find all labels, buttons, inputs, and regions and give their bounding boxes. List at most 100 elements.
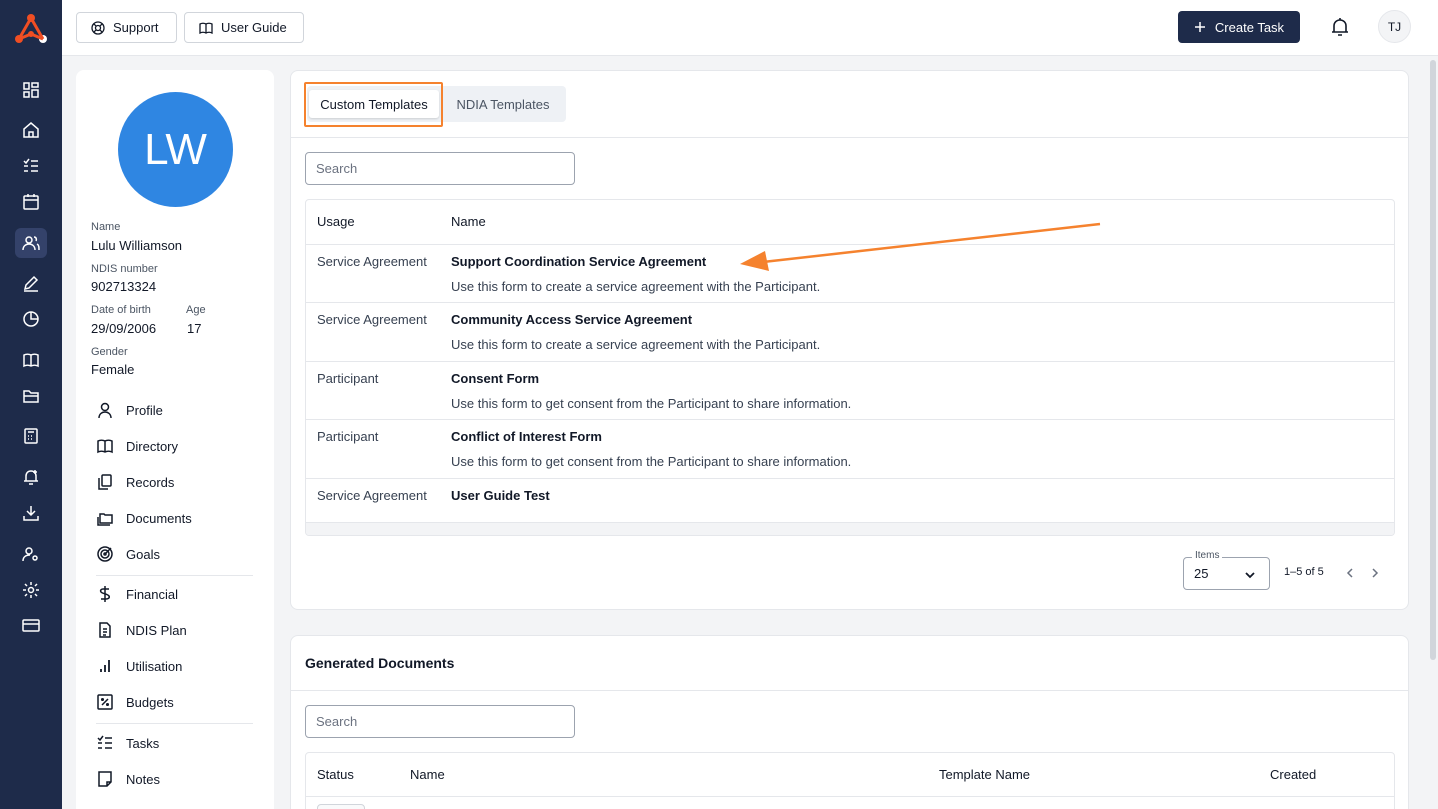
table-row[interactable]: Participant Consent Form Use this form t…	[306, 361, 1394, 419]
book-icon[interactable]	[15, 345, 47, 375]
nav-divider	[96, 723, 253, 724]
notes-nav-label: Notes	[126, 771, 160, 787]
documents-nav-label: Documents	[126, 510, 192, 526]
items-per-page-value: 25	[1194, 566, 1209, 581]
row-name[interactable]: Community Access Service Agreement	[451, 312, 692, 327]
participant-avatar: LW	[118, 92, 233, 207]
row-name[interactable]: Support Coordination Service Agreement	[451, 254, 706, 269]
gender-value: Female	[91, 362, 135, 377]
table-row[interactable]: Service Agreement Community Access Servi…	[306, 302, 1394, 361]
row-name[interactable]: Conflict of Interest Form	[451, 429, 602, 444]
support-button[interactable]: Support	[76, 12, 177, 43]
scrollbar-thumb[interactable]	[1430, 60, 1436, 660]
bell-plus-icon[interactable]	[15, 462, 47, 492]
column-header-template-name[interactable]: Template Name	[939, 767, 1030, 782]
dollar-icon	[99, 586, 110, 602]
person-icon	[98, 402, 112, 419]
row-usage: Service Agreement	[317, 254, 427, 269]
target-icon	[97, 546, 113, 562]
directory-nav-label: Directory	[126, 438, 179, 454]
column-header-created[interactable]: Created	[1270, 767, 1316, 782]
participant-name: Lulu Williamson	[91, 238, 183, 253]
financial-nav-label: Financial	[126, 586, 179, 602]
app-logo-icon[interactable]	[13, 12, 49, 46]
profile-nav-documents[interactable]: Documents	[96, 509, 192, 527]
bar-chart-icon	[100, 660, 110, 672]
profile-nav-directory[interactable]: Directory	[96, 437, 178, 455]
items-per-page-label: Items	[1192, 550, 1223, 561]
gender-label: Gender	[91, 346, 128, 358]
profile-nav-tasks[interactable]: Tasks	[96, 734, 159, 752]
generated-search-input[interactable]	[305, 705, 575, 738]
profile-nav-goals[interactable]: Goals	[96, 545, 160, 563]
table-row[interactable]: Service Agreement User Guide Test	[306, 478, 1394, 522]
generated-documents-title: Generated Documents	[305, 655, 455, 671]
document-icon	[99, 622, 111, 638]
status-badge	[317, 804, 365, 809]
templates-search-input[interactable]	[305, 152, 575, 185]
book-icon	[97, 439, 113, 454]
lifebuoy-icon	[91, 20, 105, 35]
support-label: Support	[113, 20, 159, 35]
tasks-nav-label: Tasks	[126, 735, 160, 751]
calendar-icon[interactable]	[15, 187, 47, 217]
pie-chart-icon[interactable]	[15, 304, 47, 334]
profile-nav-profile[interactable]: Profile	[96, 401, 163, 419]
create-task-label: Create Task	[1214, 19, 1285, 35]
row-description: Use this form to create a service agreem…	[451, 279, 821, 294]
home-icon[interactable]	[15, 115, 47, 145]
tab-ndia-templates[interactable]: NDIA Templates	[443, 90, 563, 118]
user-avatar[interactable]: TJ	[1378, 10, 1411, 43]
folder-icon[interactable]	[15, 381, 47, 411]
row-name[interactable]: User Guide Test	[451, 488, 550, 503]
utilisation-nav-label: Utilisation	[126, 658, 183, 674]
records-nav-label: Records	[126, 474, 175, 490]
calculator-icon[interactable]	[15, 421, 47, 451]
pen-icon[interactable]	[15, 268, 47, 298]
checklist-icon[interactable]	[15, 151, 47, 181]
column-header-name[interactable]: Name	[410, 767, 445, 782]
table-horizontal-scrollbar[interactable]	[306, 522, 1394, 535]
pagination-info: 1–5 of 5	[1284, 566, 1324, 578]
nav-divider	[96, 575, 253, 576]
column-header-name[interactable]: Name	[451, 214, 486, 229]
row-usage: Service Agreement	[317, 312, 427, 327]
age-label: Age	[186, 304, 206, 316]
row-description: Use this form to get consent from the Pa…	[451, 396, 852, 411]
name-label: Name	[91, 221, 121, 233]
plus-icon	[1194, 22, 1205, 32]
next-page-icon[interactable]	[1368, 566, 1382, 580]
profile-nav-ndis-plan[interactable]: NDIS Plan	[96, 621, 187, 639]
card-icon[interactable]	[15, 610, 47, 640]
ndis-plan-nav-label: NDIS Plan	[126, 622, 187, 638]
page-scrollbar[interactable]	[1428, 56, 1438, 809]
people-icon[interactable]	[15, 228, 47, 258]
row-usage: Service Agreement	[317, 488, 427, 503]
profile-nav-records[interactable]: Records	[96, 473, 174, 491]
prev-page-icon[interactable]	[1343, 566, 1357, 580]
user-settings-icon[interactable]	[15, 539, 47, 569]
items-per-page-select[interactable]: Items 25	[1183, 550, 1270, 590]
column-header-status[interactable]: Status	[317, 767, 354, 782]
budgets-nav-label: Budgets	[126, 694, 174, 710]
download-icon[interactable]	[15, 498, 47, 528]
profile-nav-financial[interactable]: Financial	[96, 585, 178, 603]
goals-nav-label: Goals	[126, 546, 160, 562]
profile-nav-notes[interactable]: Notes	[96, 770, 160, 788]
divider	[306, 796, 1394, 797]
gear-icon[interactable]	[15, 575, 47, 605]
row-description: Use this form to create a service agreem…	[451, 337, 821, 352]
row-name[interactable]: Consent Form	[451, 371, 539, 386]
top-bar: Support User Guide Create Task TJ	[62, 0, 1438, 56]
generated-documents-card: Generated Documents Status Name Template…	[290, 635, 1409, 809]
user-guide-button[interactable]: User Guide	[184, 12, 304, 43]
age-value: 17	[187, 321, 202, 336]
column-header-usage[interactable]: Usage	[317, 214, 355, 229]
dashboard-icon[interactable]	[15, 75, 47, 105]
generated-documents-table: Status Name Template Name Created	[305, 752, 1395, 809]
table-row[interactable]: Participant Conflict of Interest Form Us…	[306, 419, 1394, 478]
notifications-bell-icon[interactable]	[1328, 15, 1352, 39]
profile-nav-budgets[interactable]: Budgets	[96, 693, 174, 711]
create-task-button[interactable]: Create Task	[1178, 11, 1300, 43]
profile-nav-utilisation[interactable]: Utilisation	[96, 657, 182, 675]
